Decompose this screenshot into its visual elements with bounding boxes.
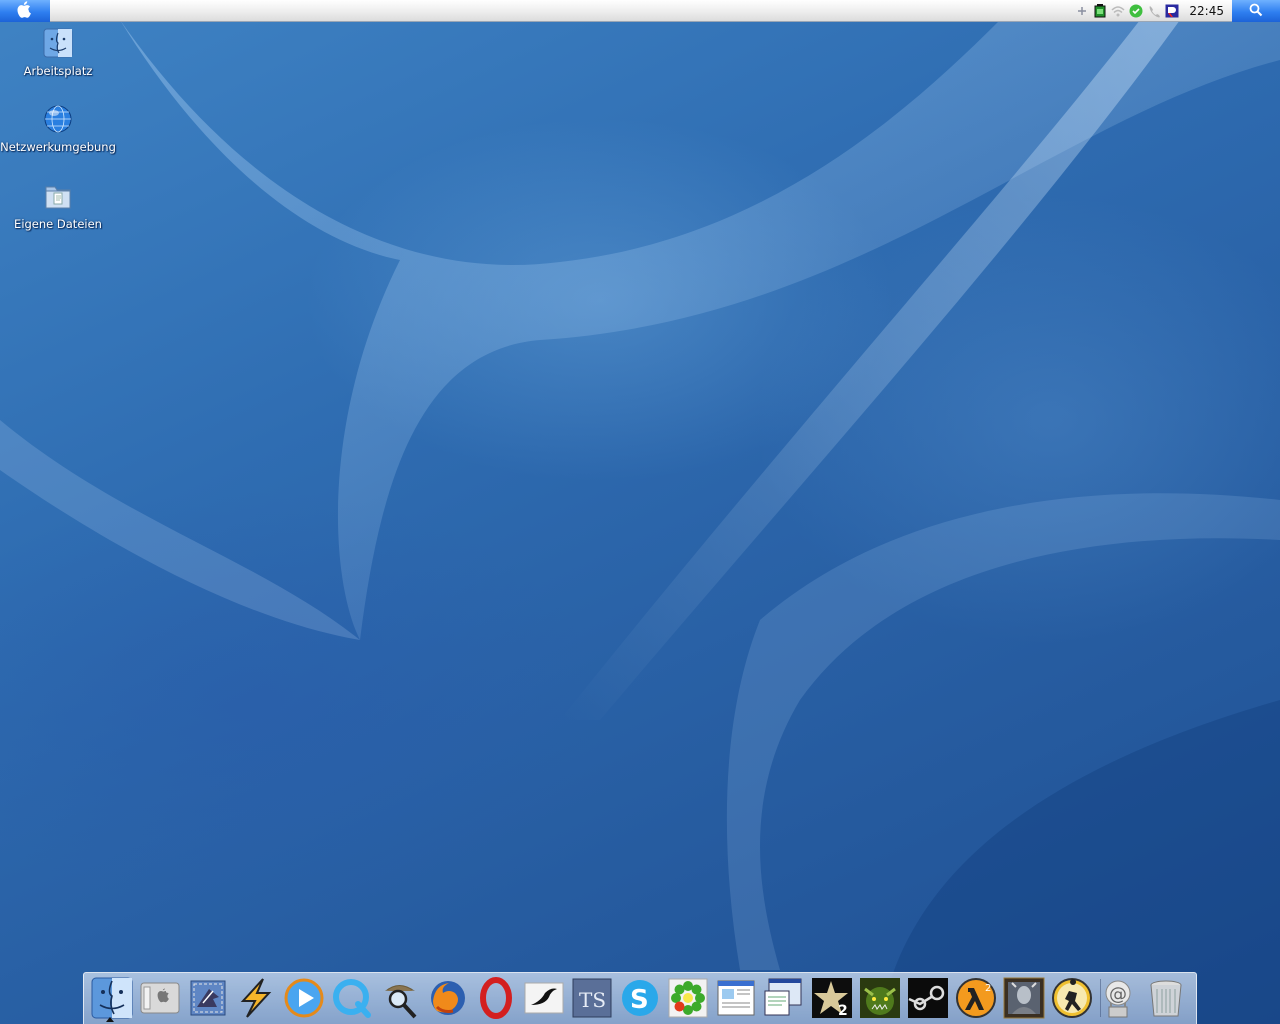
apple-logo-icon	[17, 0, 33, 22]
sherlock-icon[interactable]	[377, 975, 423, 1021]
counter-strike-icon[interactable]	[1049, 975, 1095, 1021]
opera-icon[interactable]	[473, 975, 519, 1021]
svg-text:@: @	[1109, 984, 1127, 1005]
menu-bar: 22:45	[0, 0, 1280, 22]
winamp-icon[interactable]	[233, 975, 279, 1021]
battery-icon[interactable]	[1093, 4, 1107, 18]
system-preferences-icon[interactable]	[137, 975, 183, 1021]
icq-icon[interactable]	[665, 975, 711, 1021]
spotlight-search-button[interactable]	[1232, 0, 1280, 22]
svg-text:2: 2	[985, 983, 991, 994]
warcraft-icon[interactable]	[857, 975, 903, 1021]
skype-icon[interactable]: S	[617, 975, 663, 1021]
finder-running-indicator	[106, 1017, 114, 1022]
network-globe-icon	[41, 102, 75, 136]
svg-text:TS: TS	[579, 988, 606, 1012]
steam-icon[interactable]	[905, 975, 951, 1021]
mail-icon[interactable]	[185, 975, 231, 1021]
apple-menu-button[interactable]	[0, 0, 50, 22]
svg-text:2: 2	[838, 1003, 848, 1019]
folder-icon	[41, 179, 75, 213]
desktop-icon-netzwerkumgebung[interactable]: Netzwerkumgebung	[0, 102, 116, 154]
desktop-icon-label: Netzwerkumgebung	[0, 140, 116, 154]
teamspeak-icon[interactable]: TS	[569, 975, 615, 1021]
wallpaper	[0, 20, 1280, 1024]
firefox-icon[interactable]	[425, 975, 471, 1021]
wifi-icon[interactable]	[1111, 4, 1125, 18]
search-icon	[1249, 2, 1263, 21]
messenger-icon[interactable]	[1129, 4, 1143, 18]
internet-connect-icon[interactable]: @	[1095, 975, 1141, 1021]
desktop-icon-arbeitsplatz[interactable]: Arbeitsplatz	[0, 26, 116, 78]
desktop-icon-eigene-dateien[interactable]: Eigene Dateien	[0, 179, 116, 231]
menu-clock[interactable]: 22:45	[1189, 4, 1224, 18]
finder-icon[interactable]	[89, 975, 135, 1021]
document-viewer-icon[interactable]	[713, 975, 759, 1021]
svg-text:S: S	[630, 985, 649, 1015]
network-monitor-icon[interactable]	[1165, 4, 1179, 18]
network-viewer-icon[interactable]	[761, 975, 807, 1021]
phone-icon[interactable]	[1147, 4, 1161, 18]
trash-icon[interactable]	[1143, 975, 1189, 1021]
finder-icon	[41, 26, 75, 60]
half-life2-icon[interactable]: 2	[953, 975, 999, 1021]
game-portrait-icon[interactable]	[1001, 975, 1047, 1021]
game-star2-icon[interactable]: 2	[809, 975, 855, 1021]
xfire-icon[interactable]	[521, 975, 567, 1021]
media-player-icon[interactable]	[281, 975, 327, 1021]
dock: TS S 2 2 @	[83, 972, 1197, 1024]
plus-icon[interactable]	[1075, 4, 1089, 18]
system-tray: 22:45	[1075, 0, 1228, 22]
desktop-icon-label: Arbeitsplatz	[23, 64, 93, 78]
quicktime-icon[interactable]	[329, 975, 375, 1021]
desktop-icon-label: Eigene Dateien	[14, 217, 102, 231]
